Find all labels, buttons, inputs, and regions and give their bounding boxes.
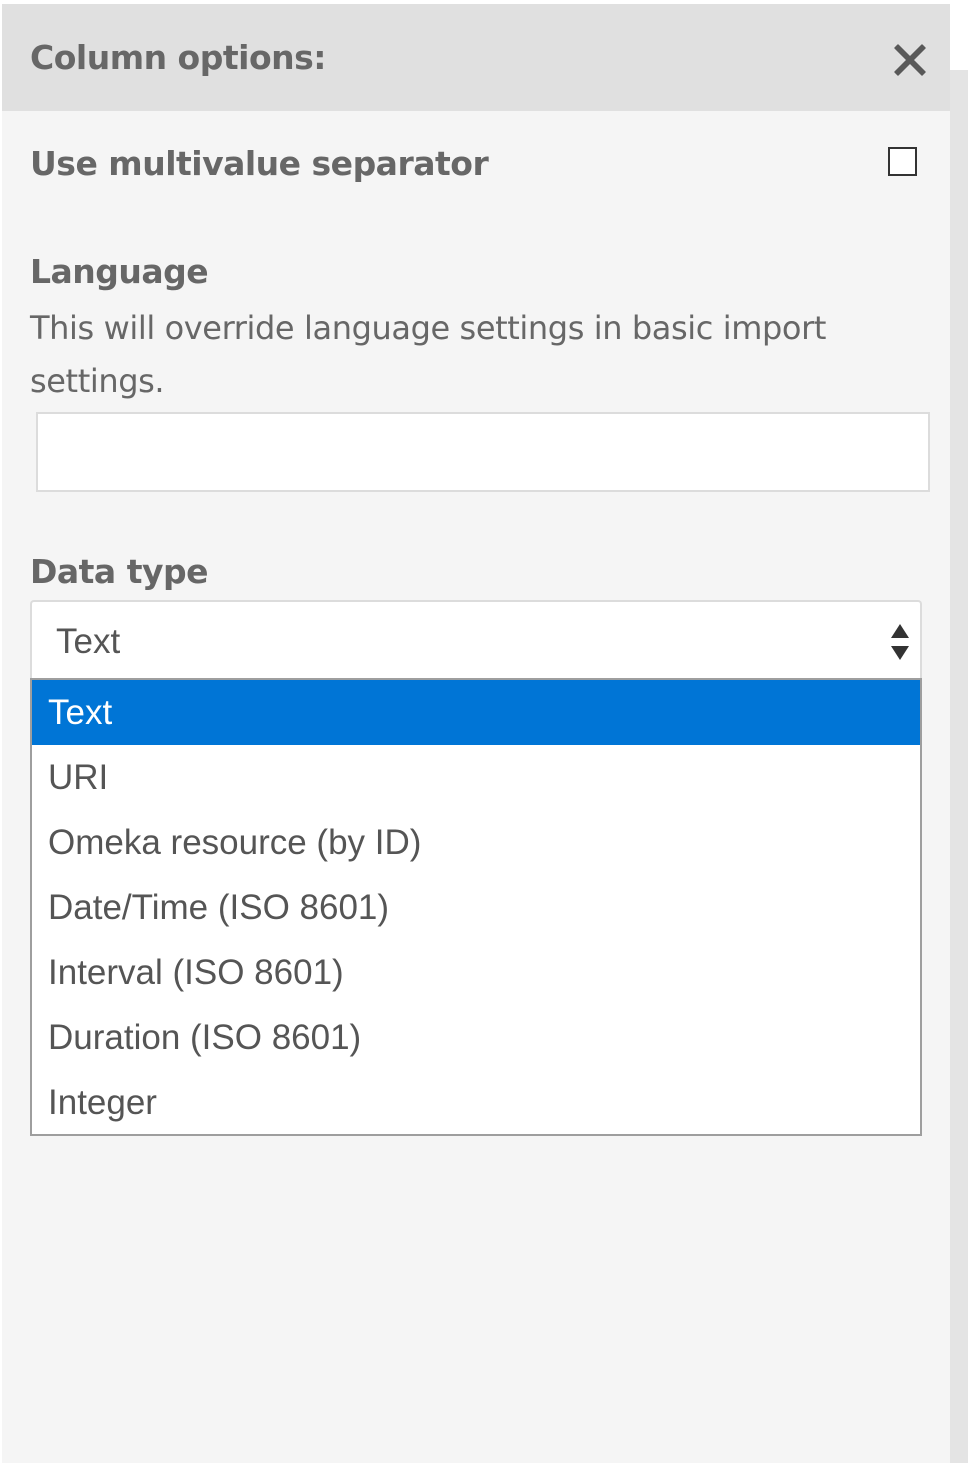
- data-type-dropdown-list: Text URI Omeka resource (by ID) Date/Tim…: [30, 678, 922, 1136]
- option-text[interactable]: Text: [32, 680, 920, 745]
- option-date-time[interactable]: Date/Time (ISO 8601): [32, 875, 920, 940]
- sidebar-title: Column options:: [30, 38, 326, 77]
- data-type-label: Data type: [30, 552, 208, 591]
- data-type-selected-value: Text: [56, 622, 121, 661]
- close-icon: [894, 44, 926, 76]
- scrollbar[interactable]: [950, 70, 968, 1463]
- language-input[interactable]: [36, 412, 930, 492]
- column-options-sidebar: Column options: Use multivalue separator…: [2, 4, 950, 1463]
- sidebar-header: Column options:: [2, 4, 950, 111]
- multivalue-separator-checkbox[interactable]: [888, 147, 917, 176]
- option-uri[interactable]: URI: [32, 745, 920, 810]
- language-label: Language: [30, 252, 209, 291]
- page: Column options: Use multivalue separator…: [0, 0, 968, 1463]
- data-type-select[interactable]: Text: [30, 600, 922, 679]
- multivalue-separator-label: Use multivalue separator: [30, 144, 489, 183]
- option-omeka-resource[interactable]: Omeka resource (by ID): [32, 810, 920, 875]
- language-help-text: This will override language settings in …: [30, 309, 826, 400]
- option-interval[interactable]: Interval (ISO 8601): [32, 940, 920, 1005]
- select-arrows-icon: [891, 624, 909, 660]
- close-button[interactable]: [890, 40, 930, 80]
- option-duration[interactable]: Duration (ISO 8601): [32, 1005, 920, 1070]
- option-integer[interactable]: Integer: [32, 1070, 920, 1135]
